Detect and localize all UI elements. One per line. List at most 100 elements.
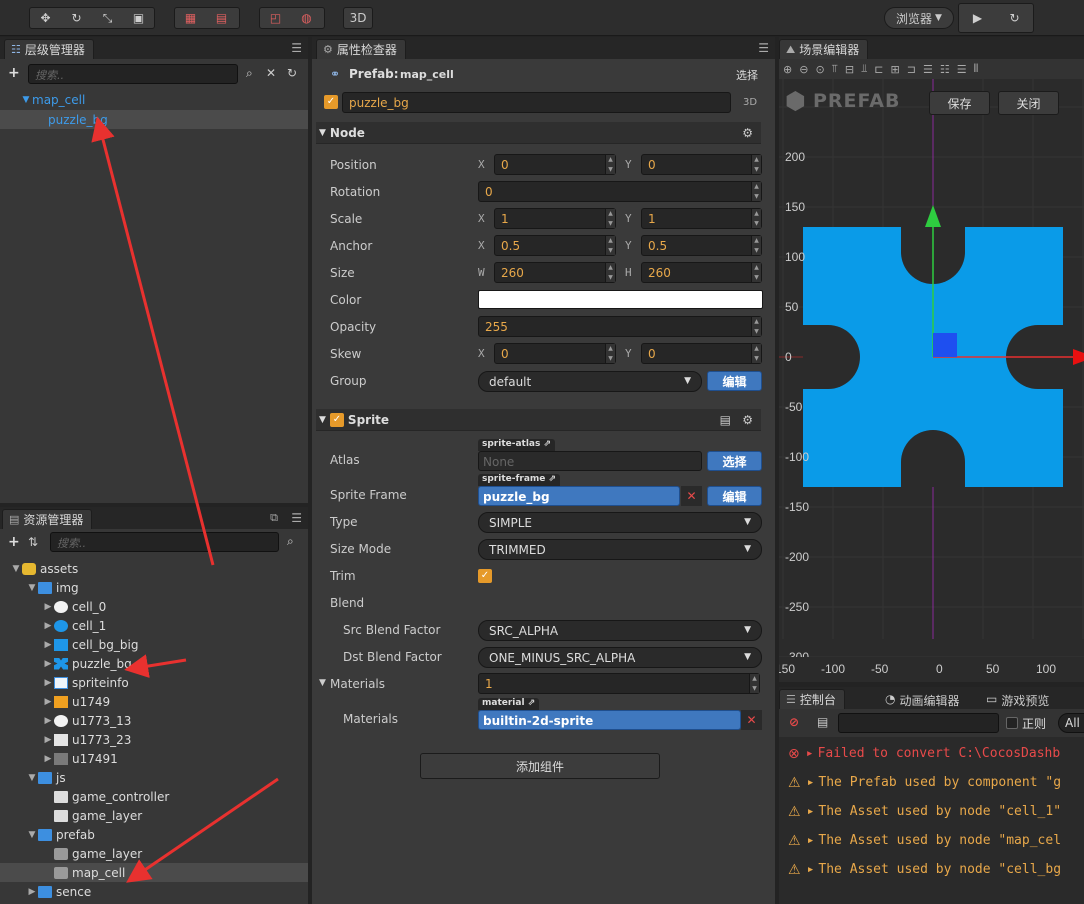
expand-icon[interactable]: ▸ (807, 862, 815, 877)
expand-icon[interactable]: ▸ (806, 746, 814, 761)
position-x-input[interactable]: 0 ▲ ▼ (494, 154, 616, 175)
chevron-right-icon[interactable]: ▶ (42, 678, 54, 688)
snap-icon[interactable]: ◰ (260, 8, 291, 28)
gear-icon[interactable]: ⚙ (742, 126, 753, 140)
asset-item[interactable]: ▶ u1773_23 (0, 730, 308, 749)
hierarchy-node[interactable]: ▼ map_cell (0, 90, 308, 109)
group-edit-button[interactable]: 编辑 (707, 371, 762, 391)
tab-assets[interactable]: ▤ 资源管理器 (2, 509, 93, 529)
expand-icon[interactable]: ▸ (807, 804, 815, 819)
align-bottom-icon[interactable]: ⫫ (861, 62, 867, 76)
spinner-icon[interactable]: ▲ ▼ (751, 155, 761, 174)
asset-item[interactable]: game_layer (0, 806, 308, 825)
browser-select[interactable]: 浏览器 ▼ (884, 7, 954, 29)
chevron-right-icon[interactable]: ▶ (42, 659, 54, 669)
pivot-icon[interactable]: ▦ (175, 8, 206, 28)
asset-item[interactable]: ▶ u1773_13 (0, 711, 308, 730)
spinner-icon[interactable]: ▲ ▼ (751, 344, 761, 363)
scene-viewport[interactable]: 200150100500-50-100-150-200-250-300-150-… (779, 79, 1084, 682)
refresh-icon[interactable]: ↻ (287, 66, 297, 80)
play-icon[interactable]: ▶ (959, 4, 996, 32)
tab-scene[interactable]: ⛰ 场景编辑器 (779, 39, 869, 59)
clear-icon[interactable]: ✕ (741, 710, 762, 730)
panel-menu-icon[interactable]: ☰ (291, 41, 302, 55)
chevron-right-icon[interactable]: ▶ (42, 754, 54, 764)
local-global-icon[interactable]: ▤ (206, 8, 237, 28)
align-right-icon[interactable]: ⊐ (907, 63, 916, 76)
skew-y-input[interactable]: 0 ▲ ▼ (641, 343, 762, 364)
rotation-input[interactable]: 0 ▲ ▼ (478, 181, 762, 202)
asset-item[interactable]: ▶ cell_0 (0, 597, 308, 616)
align-middle-icon[interactable]: ⊟ (845, 63, 854, 76)
chevron-right-icon[interactable]: ▶ (42, 716, 54, 726)
rect-tool-icon[interactable]: ▣ (123, 8, 154, 28)
add-asset-icon[interactable]: + (8, 534, 20, 550)
log-level-select[interactable]: All (1058, 713, 1084, 733)
close-button[interactable]: 关闭 (998, 91, 1059, 115)
group-select[interactable]: default ▼ (478, 371, 702, 392)
size-w-input[interactable]: 260 ▲ ▼ (494, 262, 616, 283)
rotate-tool-icon[interactable]: ↻ (61, 8, 92, 28)
spinner-icon[interactable]: ▲ ▼ (751, 236, 761, 255)
distribute-left-icon[interactable]: ⫴ (974, 62, 979, 76)
anchor-y-input[interactable]: 0.5 ▲ ▼ (641, 235, 762, 256)
console-log-entry[interactable]: ⊗ ▸ Failed to convert C:\CocosDashb (788, 739, 1084, 768)
hierarchy-search-input[interactable]: 搜索.. (28, 64, 238, 84)
popout-icon[interactable]: ⧉ (270, 511, 278, 525)
distribute-middle-icon[interactable]: ☷ (940, 63, 950, 76)
anchor-x-input[interactable]: 0.5 ▲ ▼ (494, 235, 616, 256)
spinner-icon[interactable]: ▲ ▼ (751, 317, 761, 336)
clear-icon[interactable]: ✕ (681, 486, 702, 506)
hierarchy-node[interactable]: puzzle_bg (0, 110, 308, 129)
asset-item[interactable]: ▶ cell_1 (0, 616, 308, 635)
sprite-section-header[interactable]: ▼ ✓ Sprite ▤ ⚙ (316, 409, 761, 431)
asset-item[interactable]: ▼ img (0, 578, 308, 597)
asset-item[interactable]: ▼ js (0, 768, 308, 787)
scale-y-input[interactable]: 1 ▲ ▼ (641, 208, 762, 229)
collapse-all-icon[interactable]: ✕ (266, 66, 276, 80)
spinner-icon[interactable]: ▲ ▼ (605, 263, 615, 282)
asset-item[interactable]: game_layer (0, 844, 308, 863)
asset-item[interactable]: ▶ spriteinfo (0, 673, 308, 692)
chevron-down-icon[interactable]: ▼ (319, 678, 326, 688)
sprite-frame-field[interactable]: puzzle_bg (478, 486, 680, 506)
zoom-reset-icon[interactable]: ⊙ (815, 63, 824, 76)
size-h-input[interactable]: 260 ▲ ▼ (641, 262, 762, 283)
asset-item[interactable]: ▶ u17491 (0, 749, 308, 768)
refresh-icon[interactable]: ↻ (996, 4, 1033, 32)
gear-icon[interactable]: ⚙ (742, 413, 753, 427)
add-component-button[interactable]: 添加组件 (420, 753, 660, 779)
sprite-frame-edit-button[interactable]: 编辑 (707, 486, 762, 506)
chevron-right-icon[interactable]: ▶ (42, 621, 54, 631)
chevron-down-icon[interactable]: ▼ (26, 773, 38, 783)
console-log-entry[interactable]: ⚠ ▸ The Asset used by node "cell_1" (788, 797, 1084, 826)
mode-3d-button[interactable]: 3D (343, 7, 373, 29)
expand-icon[interactable]: ▸ (807, 775, 815, 790)
skew-x-input[interactable]: 0 ▲ ▼ (494, 343, 616, 364)
align-left-icon[interactable]: ⊏ (874, 63, 883, 76)
move-tool-icon[interactable]: ✥ (30, 8, 61, 28)
chevron-down-icon[interactable]: ▼ (26, 830, 38, 840)
chevron-down-icon[interactable]: ▼ (26, 583, 38, 593)
console-log-entry[interactable]: ⚠ ▸ The Prefab used by component "g (788, 768, 1084, 797)
tab-animation[interactable]: ◔ 动画编辑器 (885, 692, 960, 709)
panel-menu-icon[interactable]: ☰ (758, 41, 769, 55)
tab-hierarchy[interactable]: ☷ 层级管理器 (4, 39, 94, 59)
add-node-icon[interactable]: + (8, 65, 20, 81)
distribute-top-icon[interactable]: ☰ (923, 63, 933, 76)
dst-blend-select[interactable]: ONE_MINUS_SRC_ALPHA ▼ (478, 647, 762, 668)
spinner-icon[interactable]: ▲ ▼ (605, 236, 615, 255)
sort-icon[interactable]: ⇅ (28, 535, 38, 549)
distribute-bottom-icon[interactable]: ☰ (957, 63, 967, 76)
asset-item[interactable]: ▶ u1749 (0, 692, 308, 711)
zoom-in-icon[interactable]: ⊕ (783, 63, 792, 76)
asset-item[interactable]: ▼ assets (0, 559, 308, 578)
zoom-out-icon[interactable]: ⊖ (799, 63, 808, 76)
trim-checkbox[interactable]: ✓ (478, 569, 492, 583)
spinner-icon[interactable]: ▲ ▼ (751, 182, 761, 201)
expand-icon[interactable]: ▸ (807, 833, 815, 848)
console-filter-input[interactable] (838, 713, 999, 733)
save-button[interactable]: 保存 (929, 91, 990, 115)
spinner-icon[interactable]: ▲ ▼ (751, 209, 761, 228)
clear-console-icon[interactable]: ⊘ (789, 715, 799, 729)
